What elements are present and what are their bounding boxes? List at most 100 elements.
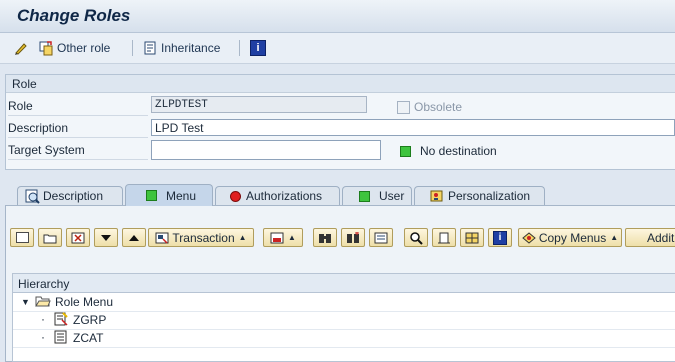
- find-next-button[interactable]: [341, 228, 365, 247]
- tab-menu[interactable]: Menu: [125, 184, 213, 206]
- other-role-label: Other role: [57, 41, 111, 55]
- green-light-icon: [359, 190, 370, 202]
- folder-icon: [43, 234, 57, 243]
- bullet-icon: ·: [41, 312, 45, 326]
- tab-personalization[interactable]: Personalization: [414, 186, 545, 205]
- document-icon: [438, 232, 450, 243]
- green-light-icon: [146, 190, 157, 201]
- transaction-icon: [155, 232, 169, 244]
- tree-node-root[interactable]: ▼ Role Menu: [13, 293, 675, 312]
- group-icon: [53, 312, 69, 329]
- layout-button[interactable]: [460, 228, 484, 247]
- catalog-icon: [53, 330, 69, 347]
- tab-personalization-label: Personalization: [448, 189, 531, 203]
- description-field[interactable]: LPD Test: [151, 119, 675, 136]
- info-icon: i: [493, 230, 507, 245]
- tab-description[interactable]: Description: [17, 186, 123, 205]
- binoculars-icon: [319, 233, 331, 243]
- hierarchy-tree: Hierarchy ▼ Role Menu · ZGRP · ZCAT: [12, 273, 675, 362]
- triangle-up-icon: [129, 234, 139, 241]
- personalization-icon: [429, 188, 445, 204]
- tree-node[interactable]: · ZCAT: [13, 329, 675, 348]
- additional-label: Additi: [647, 230, 675, 245]
- target-system-field[interactable]: [151, 140, 381, 160]
- grid-icon: [465, 232, 479, 243]
- hierarchy-header: Hierarchy: [13, 274, 675, 293]
- other-role-button[interactable]: Other role: [38, 39, 110, 57]
- obsolete-label: Obsolete: [414, 100, 463, 114]
- display-change-button[interactable]: [13, 39, 32, 57]
- chevron-down-icon[interactable]: ▼: [21, 297, 30, 307]
- print-button[interactable]: [432, 228, 456, 247]
- bullet-icon: ·: [41, 330, 45, 344]
- description-icon: [24, 188, 40, 204]
- tree-node-label: Role Menu: [55, 295, 114, 309]
- page-title: Change Roles: [17, 6, 131, 25]
- information-button[interactable]: i: [250, 39, 266, 57]
- magnifier-icon: [410, 231, 423, 245]
- move-up-button[interactable]: [122, 228, 146, 247]
- expand-all-button[interactable]: [369, 228, 393, 247]
- find-button[interactable]: [313, 228, 337, 247]
- target-system-label: Target System: [8, 143, 85, 157]
- delete-node-button[interactable]: [66, 228, 90, 247]
- checkbox-box: [397, 100, 410, 114]
- binoculars-plus-icon: [347, 231, 359, 243]
- copy-menus-label: Copy Menus: [538, 230, 607, 245]
- hierarchy-header-label: Hierarchy: [18, 277, 70, 291]
- tree-node[interactable]: · ZGRP: [13, 311, 675, 330]
- tree-node-label: ZGRP: [73, 313, 107, 327]
- tab-authorizations-label: Authorizations: [246, 189, 323, 203]
- copy-menus-dropdown-button[interactable]: Copy Menus ▲: [518, 228, 622, 247]
- tab-authorizations[interactable]: Authorizations: [215, 186, 340, 205]
- tab-strip: Description Menu Authorizations User Per…: [0, 184, 675, 206]
- triangle-down-icon: [101, 234, 111, 241]
- role-label: Role: [8, 99, 33, 113]
- report-dropdown-button[interactable]: ▲: [263, 228, 303, 247]
- report-icon: [270, 232, 284, 243]
- label-underline: [8, 159, 148, 160]
- chevron-down-icon: ▲: [288, 233, 296, 242]
- chevron-down-icon: ▲: [238, 233, 247, 242]
- pencil-glasses-icon: [13, 40, 29, 56]
- info-button[interactable]: i: [488, 228, 512, 247]
- folder-open-icon: [35, 294, 51, 311]
- obsolete-checkbox[interactable]: Obsolete: [397, 100, 462, 114]
- description-label: Description: [8, 121, 69, 135]
- copy-icon: [522, 231, 536, 244]
- inheritance-icon: [142, 40, 158, 56]
- destination-status: No destination: [400, 144, 497, 158]
- display-node-button[interactable]: [10, 228, 34, 247]
- status-text: No destination: [420, 144, 497, 158]
- label-underline: [8, 137, 148, 138]
- toolbar-divider: [239, 40, 240, 56]
- chevron-down-icon: ▲: [610, 233, 619, 242]
- additional-button[interactable]: Additi: [625, 228, 675, 247]
- tab-description-label: Description: [43, 189, 104, 203]
- window-icon: [15, 232, 29, 243]
- tree-expand-icon: [374, 232, 388, 243]
- tab-user-label: User: [379, 189, 405, 203]
- role-section-title: Role: [12, 77, 37, 91]
- move-down-button[interactable]: [94, 228, 118, 247]
- inheritance-button[interactable]: Inheritance: [142, 39, 220, 57]
- label-underline: [8, 115, 148, 116]
- tab-user[interactable]: User: [342, 186, 412, 205]
- info-icon: i: [250, 40, 266, 56]
- tab-menu-label: Menu: [166, 188, 197, 203]
- inheritance-label: Inheritance: [161, 41, 221, 55]
- green-light-icon: [400, 145, 411, 157]
- transaction-dropdown-button[interactable]: Transaction ▲: [148, 228, 254, 247]
- title-bar: Change Roles: [0, 0, 675, 33]
- role-field[interactable]: ZLPDTEST: [151, 96, 367, 113]
- red-light-icon: [230, 190, 241, 202]
- toolbar-divider: [132, 40, 133, 56]
- application-toolbar: Other role Inheritance i: [0, 33, 675, 64]
- other-object-icon: [38, 40, 54, 56]
- transaction-label: Transaction: [172, 230, 235, 245]
- delete-icon: [71, 232, 85, 243]
- tree-node-label: ZCAT: [73, 331, 104, 345]
- zoom-button[interactable]: [404, 228, 428, 247]
- open-folder-button[interactable]: [38, 228, 62, 247]
- role-section-header: Role: [6, 75, 675, 93]
